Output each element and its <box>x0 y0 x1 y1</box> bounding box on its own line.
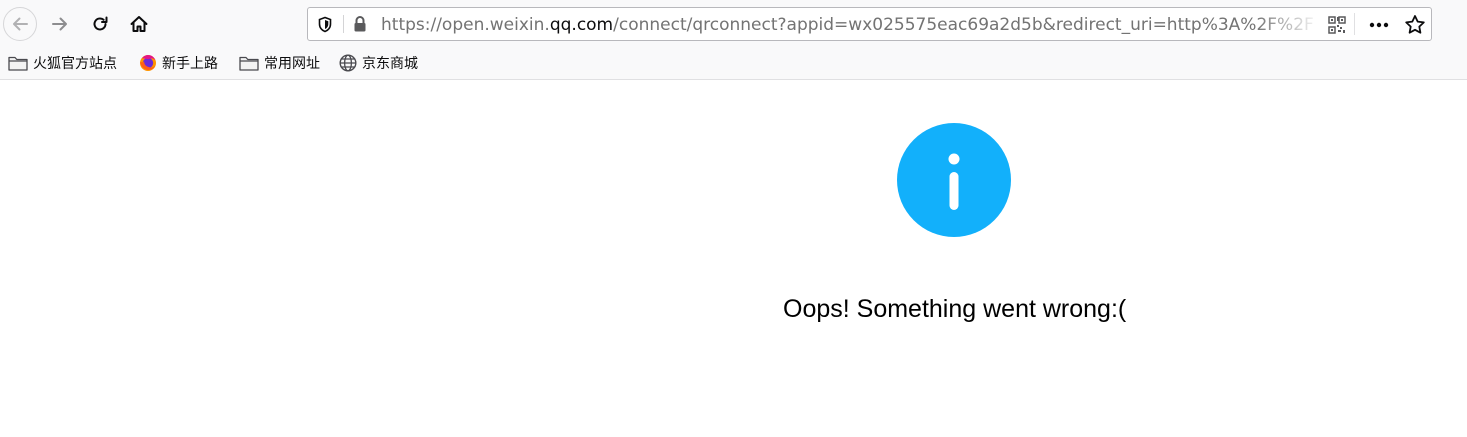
bookmark-label: 新手上路 <box>162 56 218 72</box>
home-button[interactable] <box>122 7 156 41</box>
back-button[interactable] <box>3 7 37 41</box>
url-path: /connect/qrconnect?appid=wx025575eac69a2… <box>613 15 1314 35</box>
url-host: qq.com <box>549 15 614 35</box>
bookmark-common-sites[interactable]: 常用网址 <box>239 52 320 74</box>
folder-icon <box>239 55 259 71</box>
bookmark-label: 京东商城 <box>362 56 418 72</box>
urlbar-divider-2 <box>1354 13 1355 35</box>
folder-icon <box>8 55 28 71</box>
urlbar-divider <box>343 15 344 33</box>
forward-icon <box>50 14 70 34</box>
forward-button[interactable] <box>43 7 77 41</box>
lock-icon[interactable] <box>352 15 368 37</box>
qr-code-icon[interactable] <box>1328 16 1346 38</box>
back-icon <box>10 14 30 34</box>
globe-icon <box>339 54 357 72</box>
address-bar[interactable]: https://open.weixin.qq.com/connect/qrcon… <box>307 7 1432 41</box>
reload-icon <box>90 14 110 34</box>
firefox-icon <box>139 54 157 72</box>
browser-toolbar: https://open.weixin.qq.com/connect/qrcon… <box>0 0 1467 80</box>
bookmark-label: 火狐官方站点 <box>33 56 117 72</box>
bookmark-firefox-official[interactable]: 火狐官方站点 <box>8 52 117 74</box>
bookmark-jd-mall[interactable]: 京东商城 <box>339 52 418 74</box>
reload-button[interactable] <box>83 7 117 41</box>
home-icon <box>129 14 149 34</box>
bookmarks-toolbar: 火狐官方站点 新手上路 常用网址 京东商城 <box>0 50 1467 76</box>
bookmark-label: 常用网址 <box>264 56 320 72</box>
bookmark-star-icon[interactable] <box>1404 14 1426 39</box>
error-message: Oops! Something went wrong:( <box>783 295 1127 323</box>
url-text[interactable]: https://open.weixin.qq.com/connect/qrcon… <box>381 14 1321 36</box>
page-actions-more-icon[interactable] <box>1368 16 1390 38</box>
url-prefix: https://open.weixin. <box>381 15 550 35</box>
page-content: Oops! Something went wrong:( <box>0 80 1467 437</box>
bookmark-getting-started[interactable]: 新手上路 <box>139 52 218 74</box>
tracking-protection-shield-icon[interactable] <box>317 16 333 37</box>
info-icon <box>897 123 1011 237</box>
